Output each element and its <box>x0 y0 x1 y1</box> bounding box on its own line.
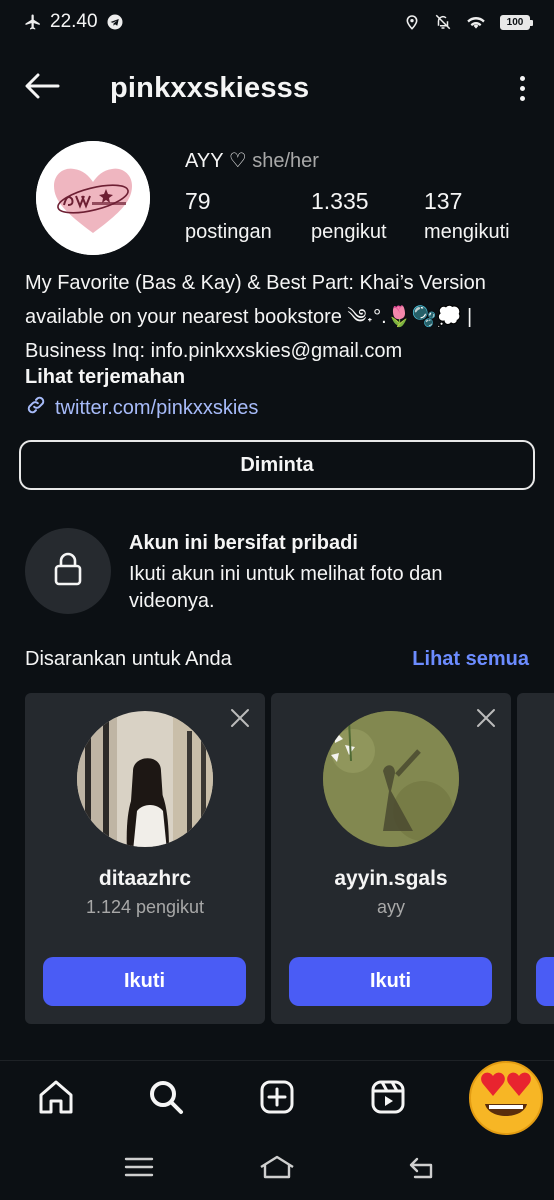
nav-home[interactable] <box>36 1079 76 1119</box>
follow-button-partial[interactable] <box>536 957 554 1006</box>
back-button[interactable] <box>24 68 64 108</box>
stat-label: pengikut <box>311 221 387 243</box>
dismiss-suggestion-button[interactable] <box>475 707 497 729</box>
see-all-link[interactable]: Lihat semua <box>412 648 529 671</box>
home-outline-icon <box>258 1154 296 1185</box>
create-post-icon <box>259 1079 295 1120</box>
mute-bell-icon <box>434 13 452 31</box>
dot <box>519 95 525 101</box>
home-icon <box>37 1079 75 1120</box>
lock-icon <box>53 551 83 592</box>
stat-label: mengikuti <box>424 221 510 243</box>
profile-link[interactable]: twitter.com/pinkxxskies <box>25 394 258 422</box>
page-title: pinkxxskiesss <box>110 71 310 104</box>
telegram-icon <box>106 13 124 31</box>
menu-lines-icon <box>124 1156 154 1183</box>
reels-icon <box>370 1079 406 1120</box>
back-system-button[interactable] <box>402 1154 442 1184</box>
stat-following[interactable]: 137 mengikuti <box>424 188 510 244</box>
arrow-left-icon <box>24 73 60 104</box>
pronouns: she/her <box>252 150 319 172</box>
search-icon <box>147 1078 185 1121</box>
suggestion-card[interactable]: ditaazhrc 1.124 pengikut Ikuti <box>25 693 265 1024</box>
suggestion-subtitle: ayy <box>376 897 405 917</box>
display-name-text: AYY ♡ <box>185 150 247 172</box>
see-translation-link[interactable]: Lihat terjemahan <box>25 366 185 389</box>
bio-line: available on your nearest bookstore ༄˖°.… <box>25 306 473 328</box>
stat-value: 1.335 <box>311 188 369 214</box>
dismiss-suggestion-button[interactable] <box>229 707 251 729</box>
stat-value: 137 <box>424 188 463 214</box>
suggestions-heading: Disarankan untuk Anda <box>25 648 232 670</box>
suggestion-username: ayyin.sgals <box>334 867 448 890</box>
stat-value: 79 <box>185 188 211 214</box>
avatar-photo <box>323 711 459 847</box>
system-navigation-bar <box>0 1138 554 1200</box>
private-account-title: Akun ini bersifat pribadi <box>129 532 358 554</box>
nav-create[interactable] <box>257 1079 297 1119</box>
suggestion-username: ditaazhrc <box>98 867 192 890</box>
profile-bio: My Favorite (Bas & Kay) & Best Part: Kha… <box>25 266 535 368</box>
dot <box>519 75 525 81</box>
follow-button[interactable]: Ikuti <box>43 957 246 1006</box>
suggestion-avatar[interactable] <box>323 711 459 847</box>
nav-search[interactable] <box>146 1079 186 1119</box>
bio-line: Business Inq: info.pinkxxskies@gmail.com <box>25 340 403 362</box>
profile-emoji-avatar[interactable] <box>467 1058 545 1136</box>
dot <box>519 85 525 91</box>
stat-followers[interactable]: 1.335 pengikut <box>311 188 387 244</box>
avatar-photo <box>77 711 213 847</box>
location-icon <box>404 13 420 31</box>
heart-eyes-emoji-icon <box>469 1061 543 1135</box>
link-icon <box>25 394 47 422</box>
recents-button[interactable] <box>119 1154 159 1184</box>
stat-posts[interactable]: 79 postingan <box>185 188 272 244</box>
stat-label: postingan <box>185 221 272 243</box>
airplane-mode-icon <box>24 13 42 31</box>
requested-button[interactable]: Diminta <box>19 440 535 490</box>
private-account-description: Ikuti akun ini untuk melihat foto dan vi… <box>129 563 443 612</box>
profile-header: pinkxxskiesss <box>0 58 554 118</box>
suggestion-card[interactable]: ayyin.sgals ayy Ikuti <box>271 693 511 1024</box>
close-icon <box>229 709 251 733</box>
suggestion-avatar[interactable] <box>77 711 213 847</box>
suggestion-card-partial[interactable] <box>517 693 554 1024</box>
private-lock-badge <box>25 528 111 614</box>
more-options-button[interactable] <box>514 68 530 108</box>
nav-reels[interactable] <box>368 1079 408 1119</box>
return-icon <box>407 1155 437 1184</box>
wifi-icon <box>466 14 486 30</box>
status-time: 22.40 <box>50 11 98 32</box>
battery-icon: 100 <box>500 14 533 30</box>
display-name: AYY ♡ she/her <box>185 148 319 173</box>
suggestion-subtitle: 1.124 pengikut <box>85 897 205 917</box>
profile-avatar[interactable] <box>36 141 150 255</box>
bio-line: My Favorite (Bas & Kay) & Best Part: Kha… <box>25 272 486 294</box>
profile-logo-image <box>36 141 150 255</box>
follow-button[interactable]: Ikuti <box>289 957 492 1006</box>
home-system-button[interactable] <box>257 1154 297 1184</box>
link-text: twitter.com/pinkxxskies <box>55 396 259 419</box>
status-bar: 22.40 100 <box>0 0 554 44</box>
close-icon <box>475 709 497 733</box>
